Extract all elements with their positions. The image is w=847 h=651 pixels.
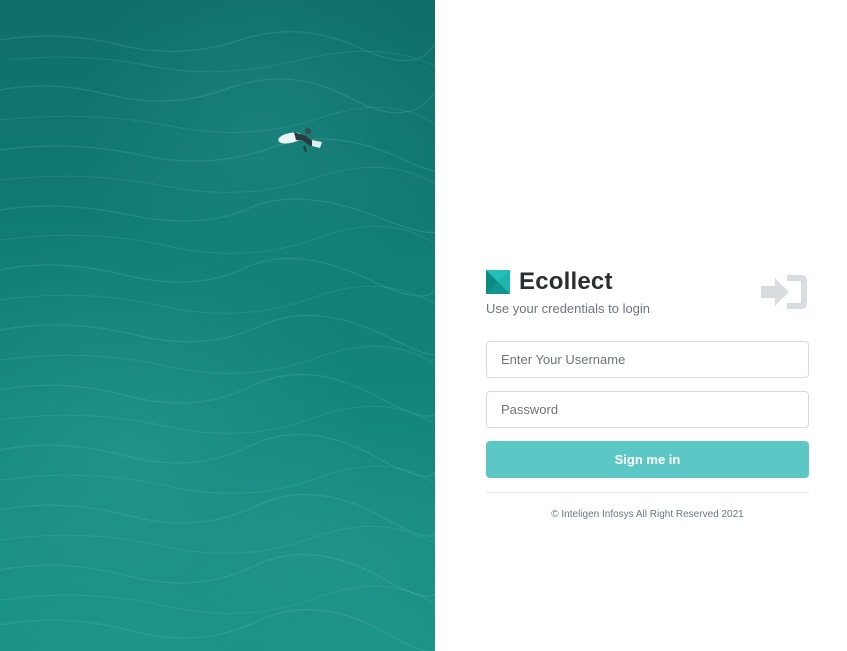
surfer-figure <box>278 128 322 153</box>
divider <box>486 492 809 493</box>
sign-in-button[interactable]: Sign me in <box>486 441 809 478</box>
password-input[interactable] <box>486 391 809 428</box>
sign-in-icon <box>761 275 807 309</box>
username-input[interactable] <box>486 341 809 378</box>
ocean-texture <box>0 31 435 651</box>
login-form: Ecollect Use your credentials to login S… <box>486 268 809 520</box>
brand-name: Ecollect <box>519 268 613 295</box>
ecollect-logo-icon <box>486 270 510 294</box>
login-page: Ecollect Use your credentials to login S… <box>0 0 847 651</box>
ocean-background-image <box>0 0 435 651</box>
copyright-text: © Inteligen Infosys All Right Reserved 2… <box>551 509 744 520</box>
login-panel: Ecollect Use your credentials to login S… <box>435 0 847 651</box>
